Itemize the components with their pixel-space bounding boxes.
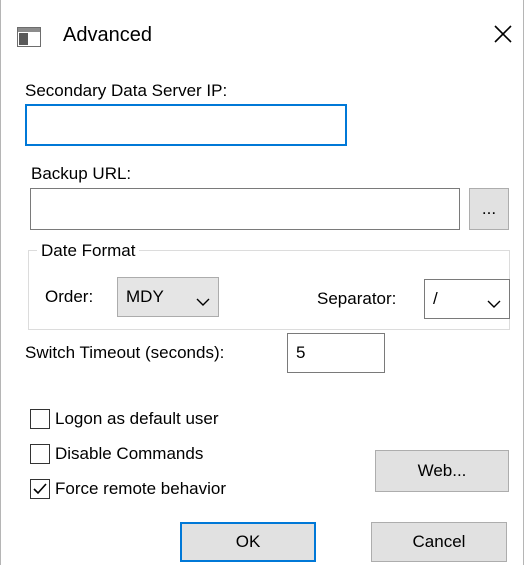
advanced-dialog: Advanced Secondary Data Server IP: Backu… bbox=[0, 0, 524, 565]
web-button-label: Web... bbox=[417, 461, 467, 480]
title-bar: Advanced bbox=[1, 0, 524, 66]
backup-url-input[interactable] bbox=[30, 188, 460, 230]
disable-commands-checkbox[interactable] bbox=[30, 444, 50, 464]
close-icon[interactable] bbox=[487, 18, 519, 50]
force-remote-behavior-checkbox[interactable] bbox=[30, 479, 50, 499]
order-value: MDY bbox=[126, 287, 164, 306]
switch-timeout-input[interactable] bbox=[287, 333, 385, 373]
window-app-icon bbox=[17, 27, 41, 47]
logon-default-user-label: Logon as default user bbox=[55, 409, 219, 428]
ok-button[interactable]: OK bbox=[180, 522, 316, 562]
cancel-button-label: Cancel bbox=[412, 532, 466, 551]
separator-dropdown[interactable]: / bbox=[424, 279, 510, 319]
date-format-legend: Date Format bbox=[37, 240, 140, 262]
separator-label: Separator: bbox=[317, 289, 397, 308]
browse-button-label: ... bbox=[481, 199, 497, 218]
separator-value: / bbox=[433, 289, 438, 308]
switch-timeout-label: Switch Timeout (seconds): bbox=[25, 343, 225, 362]
chevron-down-icon bbox=[487, 294, 501, 308]
window-title: Advanced bbox=[63, 24, 152, 46]
secondary-ip-label: Secondary Data Server IP: bbox=[25, 81, 228, 100]
cancel-button[interactable]: Cancel bbox=[371, 522, 507, 562]
disable-commands-label: Disable Commands bbox=[55, 444, 204, 463]
ok-button-label: OK bbox=[235, 532, 261, 551]
browse-button[interactable]: ... bbox=[469, 188, 509, 230]
chevron-down-icon bbox=[196, 292, 210, 306]
force-remote-behavior-label: Force remote behavior bbox=[55, 479, 227, 498]
backup-url-label: Backup URL: bbox=[31, 164, 132, 183]
order-dropdown[interactable]: MDY bbox=[117, 277, 219, 317]
logon-default-user-checkbox[interactable] bbox=[30, 409, 50, 429]
web-button[interactable]: Web... bbox=[375, 450, 509, 492]
secondary-ip-input[interactable] bbox=[25, 104, 347, 146]
checkmark-icon bbox=[33, 483, 47, 495]
order-label: Order: bbox=[45, 287, 94, 306]
